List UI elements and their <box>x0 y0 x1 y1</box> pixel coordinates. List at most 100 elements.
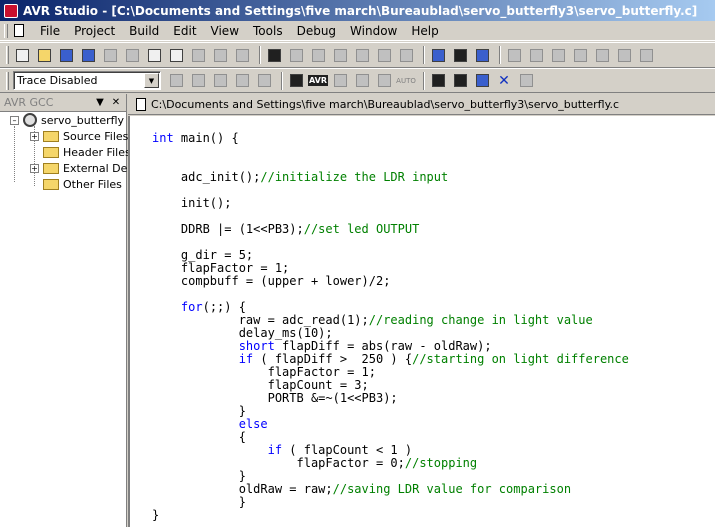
panel-close-icon[interactable]: ✕ <box>110 97 122 108</box>
bookmark-next-button[interactable] <box>309 46 327 64</box>
document-icon[interactable] <box>14 24 24 37</box>
close-debug-button[interactable]: ✕ <box>495 72 513 90</box>
code-editor[interactable]: int main() { adc_init();//initialize the… <box>128 116 715 527</box>
trace-select[interactable]: Trace Disabled ▼ <box>13 71 161 90</box>
bookmark-clear-button[interactable] <box>353 46 371 64</box>
copy-button[interactable] <box>145 46 163 64</box>
options-button[interactable] <box>517 72 535 90</box>
trace-next-button[interactable] <box>375 72 393 90</box>
chevron-down-icon[interactable]: ▼ <box>144 73 159 88</box>
folder-icon <box>43 178 59 190</box>
tree-folder-source-files[interactable]: + Source Files <box>30 128 128 144</box>
code-line[interactable]: compbuff = (upper + lower)/2; <box>152 275 629 288</box>
menu-edit[interactable]: Edit <box>167 24 204 38</box>
toolbar-grip[interactable] <box>6 46 9 64</box>
print-button[interactable] <box>167 46 185 64</box>
auto-label: AUTO <box>396 76 416 85</box>
code-line[interactable] <box>152 145 629 158</box>
code-line[interactable]: DDRB |= (1<<PB3);//set led OUTPUT <box>152 223 629 236</box>
pause-button[interactable] <box>549 46 567 64</box>
redo-button[interactable] <box>189 46 207 64</box>
save-all-icon <box>81 48 95 62</box>
code-token: flapCount = 3; <box>152 378 369 392</box>
project-panel: AVR GCC ▼ ✕ – servo_butterfly + Source F… <box>0 94 134 527</box>
code-keyword: int <box>152 131 174 145</box>
indent-button[interactable] <box>375 46 393 64</box>
panel-menu-chevron-icon[interactable]: ▼ <box>94 97 106 108</box>
find-button[interactable] <box>265 46 283 64</box>
code-line[interactable]: int main() { <box>152 132 629 145</box>
bookmark-toggle-button[interactable] <box>287 46 305 64</box>
tree-folder-header-files[interactable]: Header Files <box>30 144 131 160</box>
code-token: (;;) { <box>202 300 246 314</box>
tree-folder-external-deps[interactable]: + External Dep <box>30 160 134 176</box>
avr-button[interactable]: AVR <box>308 72 328 90</box>
chip-view-button[interactable] <box>331 72 349 90</box>
step-over-icon <box>617 48 631 62</box>
folder-label: Source Files <box>63 129 129 143</box>
run-button[interactable] <box>505 46 523 64</box>
menu-debug[interactable]: Debug <box>291 24 344 38</box>
io-view-button[interactable] <box>451 72 469 90</box>
memory-icon <box>431 74 445 87</box>
code-text[interactable]: int main() { adc_init();//initialize the… <box>152 132 629 522</box>
step-over-button[interactable] <box>615 46 633 64</box>
expand-icon[interactable]: + <box>30 131 39 141</box>
menu-project[interactable]: Project <box>68 24 123 38</box>
code-token: g_dir = 5; <box>152 248 254 262</box>
clear-breakpoints-icon <box>191 74 205 87</box>
auto-button[interactable]: AUTO <box>396 72 416 90</box>
code-line[interactable]: adc_init();//initialize the LDR input <box>152 171 629 184</box>
breakpoint-button[interactable] <box>167 72 185 90</box>
trace-button[interactable] <box>353 72 371 90</box>
step-out-button[interactable] <box>637 46 655 64</box>
bookmark-prev-button[interactable] <box>331 46 349 64</box>
editor-tab[interactable]: C:\Documents and Settings\five march\Bur… <box>128 94 715 115</box>
build-button[interactable] <box>429 46 447 64</box>
tree-project-node[interactable]: – servo_butterfly <box>10 112 124 128</box>
memory-button[interactable] <box>429 72 447 90</box>
tree-folder-other-files[interactable]: Other Files <box>30 176 122 192</box>
reset-button[interactable] <box>571 46 589 64</box>
paste-button[interactable] <box>233 46 251 64</box>
undo-button[interactable] <box>211 46 229 64</box>
console-icon <box>289 74 303 87</box>
toolbar-separator <box>259 46 261 64</box>
open-file-button[interactable] <box>35 46 53 64</box>
step-up-button[interactable] <box>255 72 273 90</box>
outdent-button[interactable] <box>397 46 415 64</box>
new-file-icon <box>15 48 29 62</box>
run-to-cursor-button[interactable] <box>211 72 229 90</box>
compile-button[interactable] <box>451 46 469 64</box>
toolbar-separator <box>423 71 425 90</box>
menu-grip[interactable] <box>4 23 8 38</box>
code-line[interactable]: } <box>152 509 629 522</box>
clear-breakpoints-button[interactable] <box>189 72 207 90</box>
menu-window[interactable]: Window <box>344 24 405 38</box>
code-line[interactable]: init(); <box>152 197 629 210</box>
step-down-button[interactable] <box>233 72 251 90</box>
step-into-button[interactable] <box>593 46 611 64</box>
watch-button[interactable] <box>473 72 491 90</box>
undo-disabled-button[interactable] <box>101 46 119 64</box>
menu-build[interactable]: Build <box>123 24 167 38</box>
menu-view[interactable]: View <box>205 24 247 38</box>
stop-button[interactable] <box>527 46 545 64</box>
collapse-icon[interactable]: – <box>10 115 19 125</box>
menu-file[interactable]: File <box>34 24 68 38</box>
code-token: delay_ms(10); <box>152 326 333 340</box>
code-token: DDRB |= (1<<PB3); <box>152 222 304 236</box>
save-all-button[interactable] <box>79 46 97 64</box>
toolbar-grip[interactable] <box>6 71 9 90</box>
avr-studio-app-icon <box>4 3 18 18</box>
con-button[interactable] <box>287 72 305 90</box>
new-file-button[interactable] <box>13 46 31 64</box>
code-line[interactable]: } <box>152 496 629 509</box>
cut-button[interactable] <box>123 46 141 64</box>
save-button[interactable] <box>57 46 75 64</box>
program-button[interactable] <box>473 46 491 64</box>
expand-icon[interactable]: + <box>30 163 39 173</box>
menu-help[interactable]: Help <box>405 24 446 38</box>
menu-tools[interactable]: Tools <box>247 24 291 38</box>
